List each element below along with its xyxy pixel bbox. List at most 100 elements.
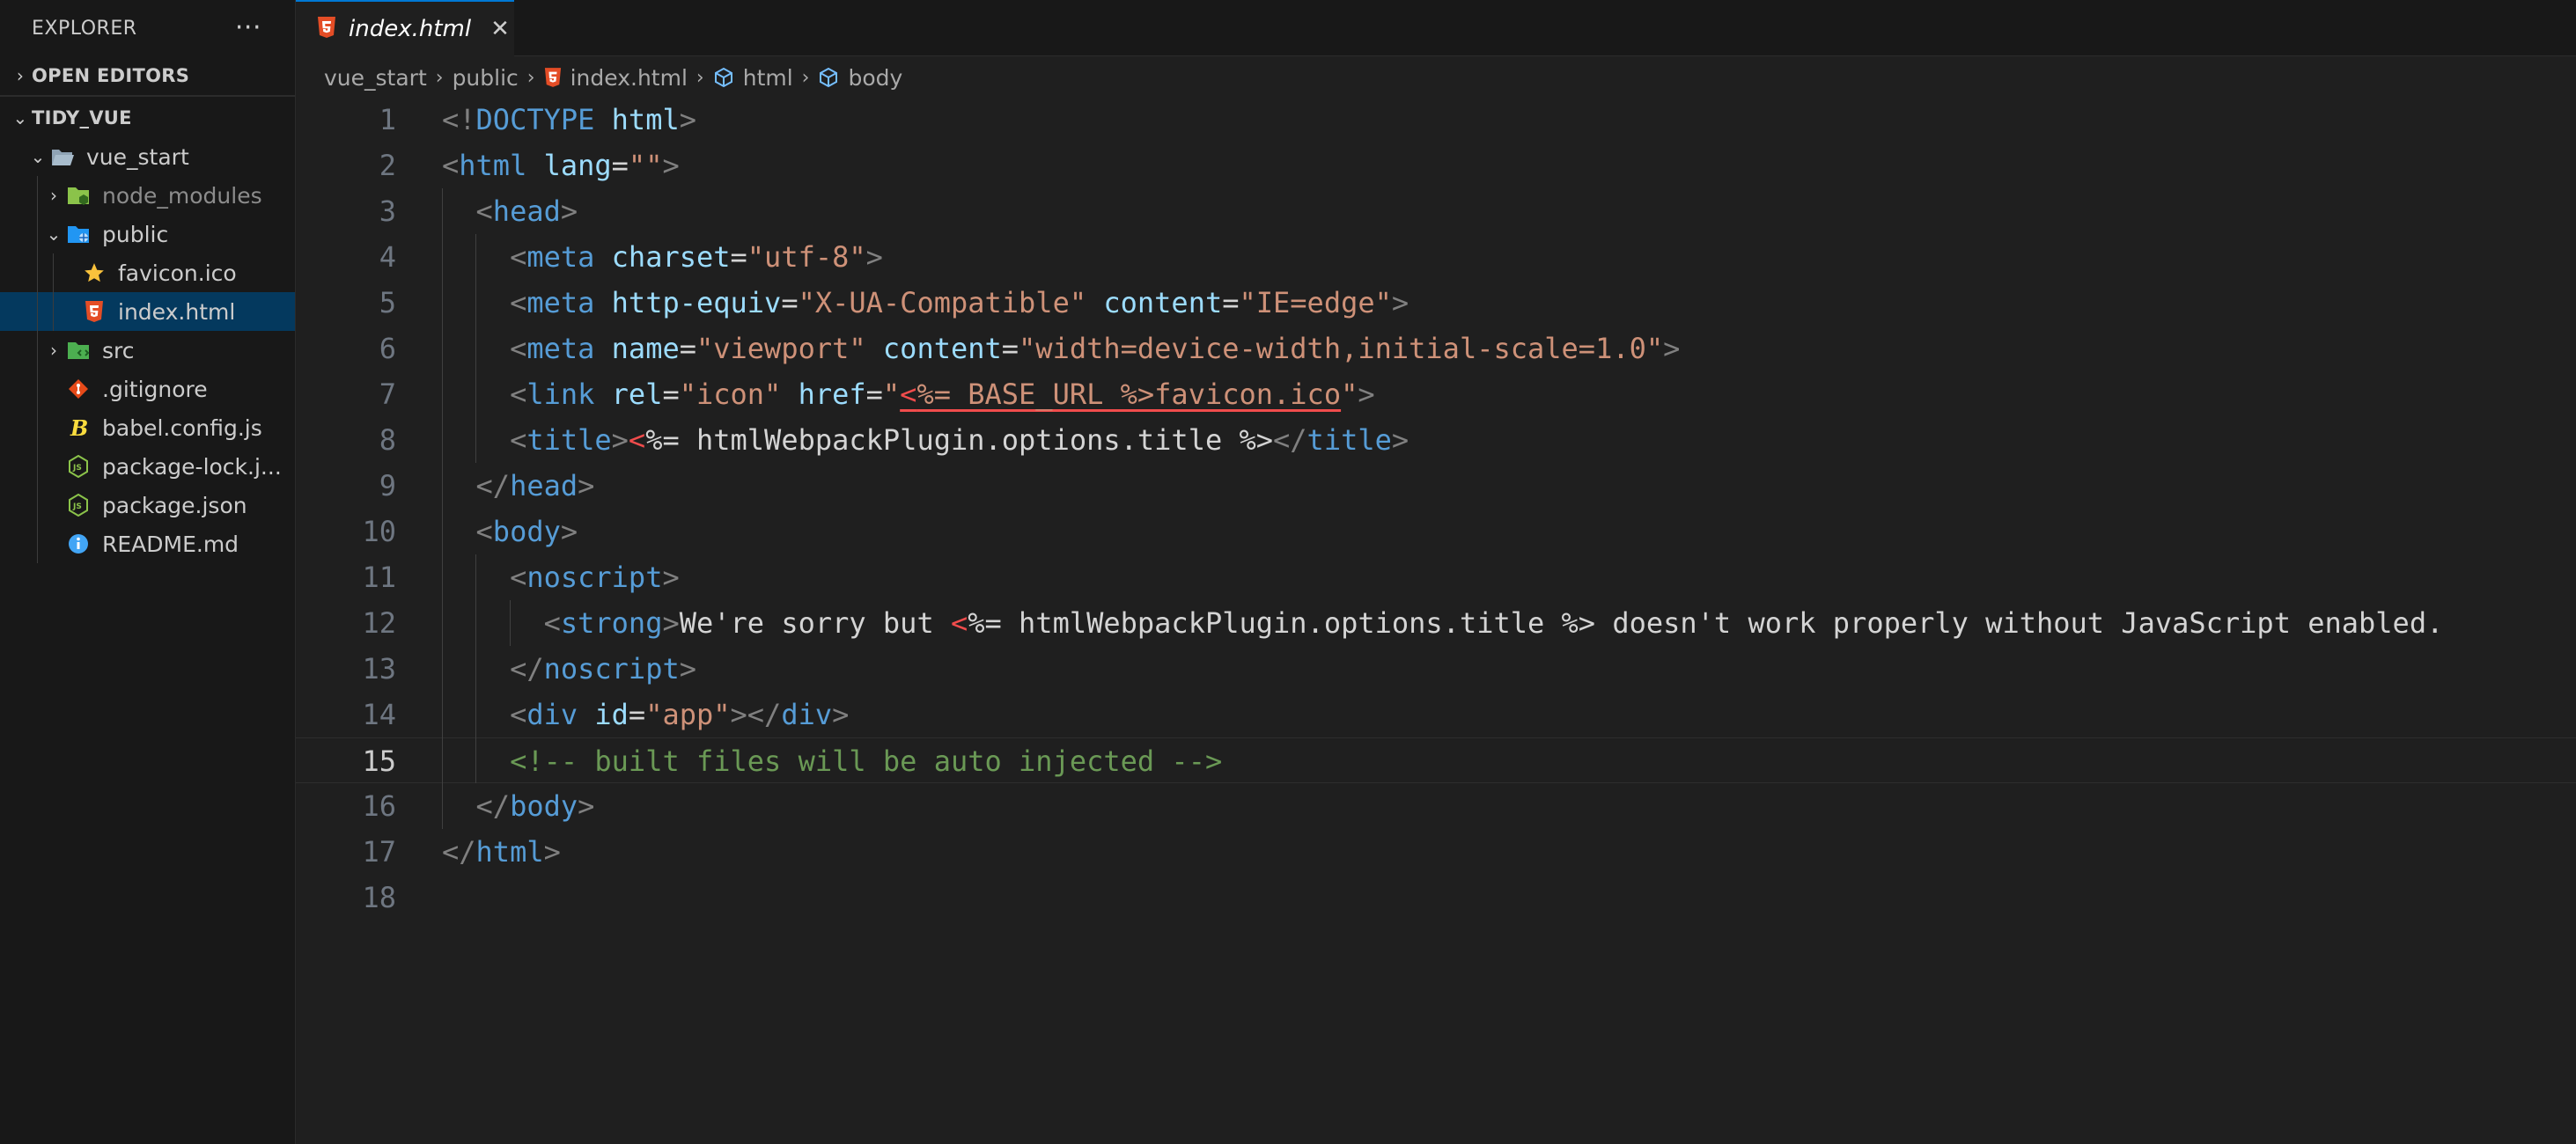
line-number: 8 (379, 423, 396, 457)
html5-icon (81, 298, 107, 325)
chevron-right-icon: › (526, 66, 535, 89)
close-icon[interactable]: ✕ (490, 16, 510, 42)
tab-bar: index.html ✕ (296, 0, 2576, 56)
code-text: <meta http-equiv="X-UA-Compatible" conte… (510, 286, 1409, 319)
code-line[interactable]: 16 </body> (296, 783, 2576, 829)
code-line[interactable]: 13 </noscript> (296, 646, 2576, 692)
chevron-down-icon: ⌄ (12, 107, 28, 128)
code-line[interactable]: 14 <div id="app"></div> (296, 692, 2576, 737)
project-section[interactable]: ⌄ TIDY_VUE (0, 99, 295, 137)
tree-item-label: .gitignore (102, 376, 208, 402)
line-number: 7 (379, 378, 396, 411)
line-number: 9 (379, 469, 396, 502)
code-line[interactable]: 7 <link rel="icon" href="<%= BASE_URL %>… (296, 371, 2576, 417)
code-line[interactable]: 4 <meta charset="utf-8"> (296, 234, 2576, 280)
tree-item-node-modules[interactable]: › node_modules (0, 176, 295, 215)
git-icon (65, 376, 92, 402)
line-number: 18 (362, 881, 396, 914)
code-text: <strong>We're sorry but <%= htmlWebpackP… (543, 606, 2444, 640)
explorer-sidebar: EXPLORER ··· › OPEN EDITORS ⌄ TIDY_VUE ⌄… (0, 0, 296, 1144)
tree-item-babel-config-js[interactable]: Bbabel.config.js (0, 408, 295, 447)
code-line[interactable]: 3 <head> (296, 188, 2576, 234)
code-line[interactable]: 9 </head> (296, 463, 2576, 509)
indent-guide (37, 331, 38, 370)
tree-item-label: vue_start (86, 143, 189, 170)
info-icon (65, 531, 92, 557)
svg-text:B: B (70, 416, 88, 439)
line-number: 5 (379, 286, 396, 319)
indent-guide (37, 176, 38, 215)
code-line[interactable]: 12 <strong>We're sorry but <%= htmlWebpa… (296, 600, 2576, 646)
line-number: 2 (379, 149, 396, 182)
breadcrumb-public[interactable]: public (453, 65, 519, 91)
folder-open-icon (49, 143, 76, 170)
line-number: 3 (379, 194, 396, 228)
tree-item-public[interactable]: ⌄ public (0, 215, 295, 253)
code-editor[interactable]: 1 <!DOCTYPE html> 2 <html lang=""> 3 <head> 4… (296, 97, 2576, 1144)
breadcrumb-index-html[interactable]: index.html (570, 65, 688, 91)
nodejs-icon: JS (65, 453, 92, 480)
tree-item-package-json[interactable]: JS package.json (0, 486, 295, 524)
tree-item-src[interactable]: › src (0, 331, 295, 370)
tree-item-label: README.md (102, 531, 239, 557)
tree-item-label: favicon.ico (118, 260, 237, 286)
code-line[interactable]: 1 <!DOCTYPE html> (296, 97, 2576, 143)
src-folder-icon (65, 337, 92, 363)
chevron-down-icon: ⌄ (46, 224, 62, 245)
tree-item-readme-md[interactable]: README.md (0, 524, 295, 563)
code-text: <div id="app"></div> (510, 698, 850, 731)
tab-index-html[interactable]: index.html ✕ (296, 0, 514, 56)
code-line[interactable]: 6 <meta name="viewport" content="width=d… (296, 326, 2576, 371)
line-number: 15 (362, 744, 396, 778)
chevron-right-icon: › (801, 66, 810, 89)
tree-item-gitignore[interactable]: .gitignore (0, 370, 295, 408)
indent-guide (475, 234, 477, 463)
indent-guide (37, 524, 38, 563)
line-number: 6 (379, 332, 396, 365)
tree-item-index-html[interactable]: index.html (0, 292, 295, 331)
code-line[interactable]: 10 <body> (296, 509, 2576, 554)
code-line[interactable]: 17 </html> (296, 829, 2576, 875)
tree-item-vue-start[interactable]: ⌄ vue_start (0, 137, 295, 176)
indent-guide (475, 554, 477, 783)
more-actions-icon[interactable]: ··· (235, 15, 261, 41)
breadcrumb-body[interactable]: body (848, 65, 902, 91)
code-line[interactable]: 2 <html lang=""> (296, 143, 2576, 188)
tree-item-label: index.html (118, 298, 236, 325)
code-line[interactable]: 8 <title><%= htmlWebpackPlugin.options.t… (296, 417, 2576, 463)
indent-guide (37, 447, 38, 486)
open-editors-section[interactable]: › OPEN EDITORS (0, 56, 295, 97)
code-text: <!DOCTYPE html> (442, 103, 696, 136)
project-label: TIDY_VUE (32, 107, 132, 128)
breadcrumb-html[interactable]: html (743, 65, 793, 91)
html5-icon (544, 67, 562, 88)
symbol-element-icon (818, 67, 839, 88)
line-number: 11 (362, 561, 396, 594)
tree-item-favicon-ico[interactable]: favicon.ico (0, 253, 295, 292)
code-text: <noscript> (510, 561, 680, 594)
line-number: 12 (362, 606, 396, 640)
breadcrumb-vue-start[interactable]: vue_start (324, 65, 427, 91)
code-line[interactable]: 15 <!-- built files will be auto injecte… (296, 737, 2576, 783)
code-text: </head> (475, 469, 595, 502)
indent-guide (37, 215, 38, 253)
indent-guide (509, 600, 511, 646)
line-number: 13 (362, 652, 396, 686)
line-number: 4 (379, 240, 396, 274)
explorer-header: EXPLORER ··· (0, 0, 295, 56)
code-text: <html lang=""> (442, 149, 680, 182)
indent-guide (53, 292, 54, 331)
tree-item-package-lock-j[interactable]: JS package-lock.j... (0, 447, 295, 486)
code-text: </noscript> (510, 652, 696, 686)
code-line[interactable]: 11 <noscript> (296, 554, 2576, 600)
babel-icon: B (65, 414, 92, 441)
line-number: 17 (362, 835, 396, 869)
chevron-right-icon: › (435, 66, 444, 89)
explorer-title: EXPLORER (32, 17, 137, 40)
code-line[interactable]: 18 (296, 875, 2576, 920)
node-folder-icon (65, 182, 92, 209)
code-text: <meta charset="utf-8"> (510, 240, 883, 274)
code-line[interactable]: 5 <meta http-equiv="X-UA-Compatible" con… (296, 280, 2576, 326)
tree-item-label: package-lock.j... (102, 453, 282, 480)
indent-guide (37, 253, 38, 292)
